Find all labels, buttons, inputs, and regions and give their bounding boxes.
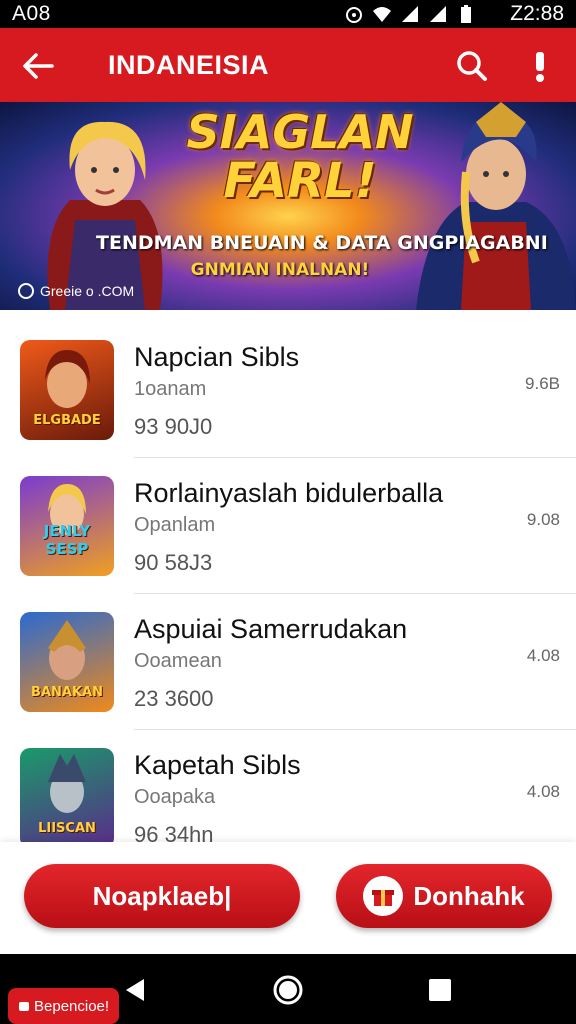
status-time: Z2:88	[510, 2, 564, 25]
alert-icon[interactable]	[520, 46, 560, 86]
badge-icon	[19, 1002, 29, 1011]
hero-woman-illustration	[47, 121, 163, 310]
back-arrow-icon[interactable]	[18, 46, 58, 86]
game-icon-label: JENLY SESP	[43, 522, 91, 558]
promo-banner[interactable]: SIAGLAN FARL! TENDMAN BNEUAIN & DATA GNG…	[0, 102, 576, 310]
list-item[interactable]: ELGBADE Napcian Sibls 1oanam 93 90J0 9.6…	[0, 322, 576, 458]
gift-icon	[363, 876, 404, 916]
search-icon[interactable]	[452, 46, 492, 86]
game-list: ELGBADE Napcian Sibls 1oanam 93 90J0 9.6…	[0, 322, 576, 866]
game-developer: Ooapaka	[134, 786, 216, 808]
status-icons	[344, 4, 476, 24]
list-item[interactable]: JENLY SESP Rorlainyaslah bidulerballa Op…	[0, 458, 576, 594]
primary-action-label: Noapklaeb|	[92, 880, 232, 911]
nav-recents-icon[interactable]	[426, 976, 454, 1004]
game-rating: 4.08	[526, 646, 560, 665]
page-title: INDANEISIA	[108, 50, 270, 80]
hero-warrior-illustration	[416, 102, 576, 310]
game-developer: Opanlam	[134, 514, 216, 536]
primary-action-button[interactable]: Noapklaeb|	[24, 864, 300, 928]
game-icon-label: BANAKAN	[31, 685, 103, 700]
banner-title: SIAGLAN FARL!	[170, 108, 430, 207]
game-rating: 9.6B	[525, 374, 560, 393]
banner-credit-text: Greeie o .COM	[40, 283, 135, 299]
action-bar: Noapklaeb| Donhahk	[0, 842, 576, 954]
game-icon: JENLY SESP	[20, 476, 114, 576]
banner-subtitle: TENDMAN BNEUAIN & DATA GNGPIAGABNI	[96, 232, 548, 254]
battery-icon	[461, 5, 471, 23]
game-rating: 4.08	[526, 782, 560, 801]
game-icon: BANAKAN	[20, 612, 114, 712]
game-name: Rorlainyaslah bidulerballa	[134, 478, 444, 508]
banner-subtitle-2: GNMIAN INALNAN!	[190, 260, 370, 280]
signal-icon	[402, 6, 418, 22]
game-downloads: 90 58J3	[134, 550, 213, 575]
banner-title-line1: SIAGLAN	[186, 105, 414, 159]
nav-badge[interactable]: Bepencioe!	[8, 988, 120, 1024]
game-name: Kapetah Sibls	[134, 750, 301, 780]
game-icon: LIISCAN	[20, 748, 114, 848]
nav-home-icon[interactable]	[272, 974, 304, 1006]
nav-badge-label: Bepencioe!	[34, 997, 110, 1015]
download-button-label: Donhahk	[413, 880, 525, 911]
system-nav-bar: Bepencioe!	[0, 954, 576, 1024]
game-rating: 9.08	[526, 510, 560, 529]
game-name: Aspuiai Samerrudakan	[134, 614, 408, 644]
status-bar: A08 Z2:88	[0, 0, 576, 28]
alarm-icon	[346, 7, 362, 23]
banner-title-line2: FARL!	[223, 153, 377, 210]
game-developer: 1oanam	[134, 378, 207, 400]
status-left-text: A08	[12, 2, 51, 25]
game-icon-label: ELGBADE	[33, 413, 101, 428]
download-button[interactable]: Donhahk	[336, 864, 552, 928]
signal-2-icon	[430, 6, 446, 22]
game-downloads: 23 3600	[134, 686, 214, 711]
game-icon: ELGBADE	[20, 340, 114, 440]
game-name: Napcian Sibls	[134, 342, 300, 372]
nav-back-icon[interactable]	[122, 976, 150, 1004]
app-bar: INDANEISIA	[0, 28, 576, 102]
copyright-icon	[18, 283, 34, 299]
game-developer: Ooamean	[134, 650, 222, 672]
game-icon-label: LIISCAN	[38, 821, 96, 836]
wifi-icon	[373, 7, 391, 22]
banner-credit: Greeie o .COM	[18, 283, 134, 299]
list-item[interactable]: BANAKAN Aspuiai Samerrudakan Ooamean 23 …	[0, 594, 576, 730]
game-downloads: 93 90J0	[134, 414, 213, 439]
